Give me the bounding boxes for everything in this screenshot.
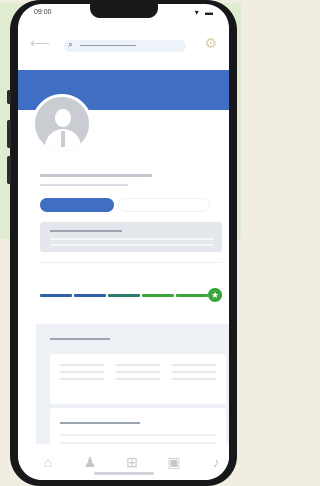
profile-name-placeholder xyxy=(40,174,152,177)
back-arrow-icon[interactable]: ⟵ xyxy=(30,35,50,52)
progress-tracker xyxy=(40,292,216,300)
info-card-text-placeholder xyxy=(50,244,214,246)
side-button xyxy=(7,90,11,104)
detail-card-line-placeholder xyxy=(60,434,216,436)
avatar-head xyxy=(55,109,71,127)
tab-add-icon[interactable]: ⊞ xyxy=(124,454,140,470)
settings-icon[interactable]: ⚙ xyxy=(204,35,217,52)
tab-home-icon[interactable]: ⌂ xyxy=(40,454,56,470)
progress-segment xyxy=(176,294,208,297)
detail-card-heading-placeholder xyxy=(60,422,140,424)
search-icon: ⌕ xyxy=(68,39,74,49)
status-time: 09:00 xyxy=(34,9,52,16)
tab-people-icon[interactable]: ♟ xyxy=(82,454,98,470)
signal-battery-icon: ▾ ▬ xyxy=(194,8,215,17)
side-button xyxy=(7,120,11,148)
stats-column xyxy=(172,364,216,385)
side-button xyxy=(7,156,11,184)
info-card xyxy=(40,222,222,252)
top-bar: ⟵ ⌕ ⚙ xyxy=(18,26,229,60)
info-card-text-placeholder xyxy=(50,238,214,240)
tab-briefcase-icon[interactable]: ▣ xyxy=(166,454,182,470)
primary-action-button[interactable] xyxy=(40,198,114,212)
phone-notch xyxy=(90,4,158,18)
progress-segment xyxy=(142,294,174,297)
profile-subtitle-placeholder xyxy=(40,184,128,186)
secondary-action-button[interactable] xyxy=(118,198,210,212)
info-card-heading-placeholder xyxy=(50,230,122,232)
stats-card[interactable] xyxy=(50,354,226,404)
tab-bell-icon[interactable]: ♪ xyxy=(208,454,224,470)
search-input[interactable]: ⌕ xyxy=(64,39,186,52)
phone-screen: 09:00 ▾ ▬ ⟵ ⌕ ⚙ ★ ⌂ ♟ ⊞ ▣ ♪ xyxy=(18,4,229,480)
stats-column xyxy=(116,364,160,385)
star-icon: ★ xyxy=(208,288,222,302)
home-indicator xyxy=(94,472,154,475)
divider xyxy=(40,262,222,263)
search-placeholder-line xyxy=(80,45,136,46)
avatar-tie xyxy=(61,131,65,147)
progress-segment xyxy=(40,294,72,297)
avatar[interactable] xyxy=(32,94,92,154)
progress-segment xyxy=(74,294,106,297)
phone-frame: 09:00 ▾ ▬ ⟵ ⌕ ⚙ ★ ⌂ ♟ ⊞ ▣ ♪ xyxy=(7,0,237,486)
stats-column xyxy=(60,364,104,385)
section-heading-placeholder xyxy=(50,338,110,340)
progress-segment xyxy=(108,294,140,297)
